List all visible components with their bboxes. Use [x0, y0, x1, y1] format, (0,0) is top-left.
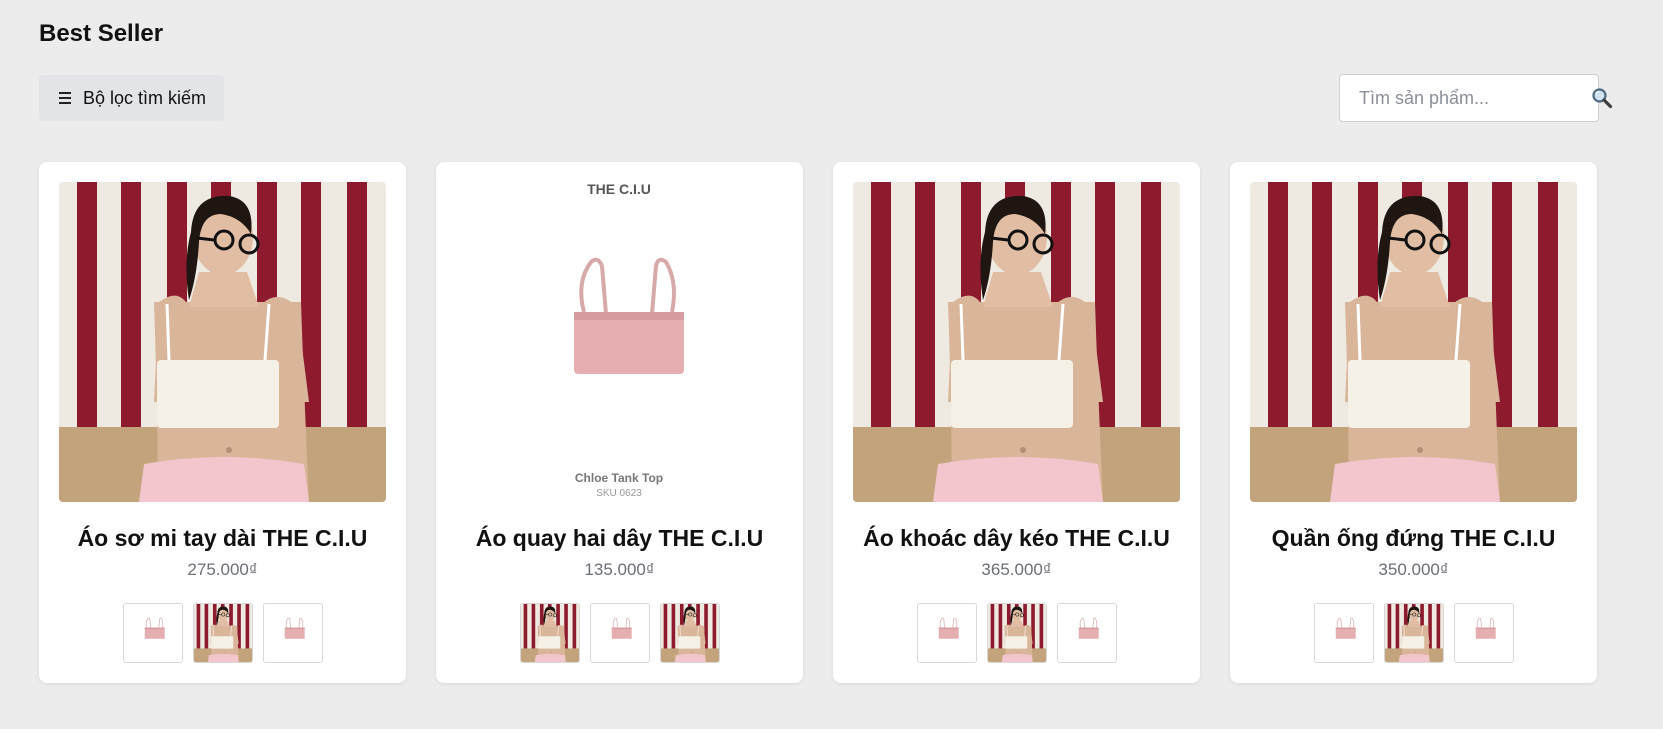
product-card[interactable]: Quần ống đứng THE C.I.U 350.000₫ — [1230, 162, 1597, 683]
thumbnail-row — [39, 603, 406, 663]
product-thumbnail[interactable] — [262, 603, 323, 663]
product-image[interactable] — [1250, 182, 1577, 502]
product-card[interactable]: Áo khoác dây kéo THE C.I.U 365.000₫ — [833, 162, 1200, 683]
page-title: Best Seller — [39, 20, 164, 47]
product-name[interactable]: Áo quay hai dây THE C.I.U — [436, 525, 803, 552]
product-card[interactable]: THE C.I.U Chloe Tank Top SKU 0623 Áo qua… — [436, 162, 803, 683]
product-price: 135.000₫ — [584, 560, 655, 579]
product-image[interactable]: THE C.I.U Chloe Tank Top SKU 0623 — [456, 182, 783, 502]
search-box — [1339, 74, 1613, 122]
product-image[interactable] — [59, 182, 386, 502]
menu-icon — [59, 92, 71, 104]
page: Best Seller Bộ lọc tìm kiếm Tìm sản phẩm… — [0, 0, 1663, 729]
filter-button-label: Bộ lọc tìm kiếm — [83, 87, 207, 108]
product-card[interactable]: Áo sơ mi tay dài THE C.I.U 275.000₫ — [39, 162, 406, 683]
product-thumbnail[interactable] — [122, 603, 183, 663]
product-thumbnail[interactable] — [986, 603, 1047, 663]
product-thumbnail[interactable] — [659, 603, 720, 663]
product-price: 350.000₫ — [1378, 560, 1449, 579]
thumbnail-row — [1230, 603, 1597, 663]
svg-text:Chloe Tank Top: Chloe Tank Top — [575, 471, 663, 485]
product-thumbnail[interactable] — [916, 603, 977, 663]
svg-text:SKU 0623: SKU 0623 — [596, 488, 642, 499]
svg-text:THE C.I.U: THE C.I.U — [587, 182, 651, 197]
product-thumbnail[interactable] — [589, 603, 650, 663]
product-price: 365.000₫ — [981, 560, 1052, 579]
product-thumbnail[interactable] — [1453, 603, 1514, 663]
product-thumbnail[interactable] — [192, 603, 253, 663]
product-image[interactable] — [853, 182, 1180, 502]
product-thumbnail[interactable] — [1313, 603, 1374, 663]
filter-button[interactable]: Bộ lọc tìm kiếm — [39, 75, 224, 121]
thumbnail-row — [436, 603, 803, 663]
product-name[interactable]: Quần ống đứng THE C.I.U — [1230, 525, 1597, 552]
product-name[interactable]: Áo sơ mi tay dài THE C.I.U — [39, 525, 406, 552]
product-thumbnail[interactable] — [519, 603, 580, 663]
product-thumbnail[interactable] — [1056, 603, 1117, 663]
search-icon[interactable] — [1591, 75, 1613, 121]
product-price: 275.000₫ — [187, 560, 258, 579]
thumbnail-row — [833, 603, 1200, 663]
search-input[interactable] — [1340, 75, 1591, 121]
product-name[interactable]: Áo khoác dây kéo THE C.I.U — [833, 525, 1200, 552]
product-thumbnail[interactable] — [1383, 603, 1444, 663]
